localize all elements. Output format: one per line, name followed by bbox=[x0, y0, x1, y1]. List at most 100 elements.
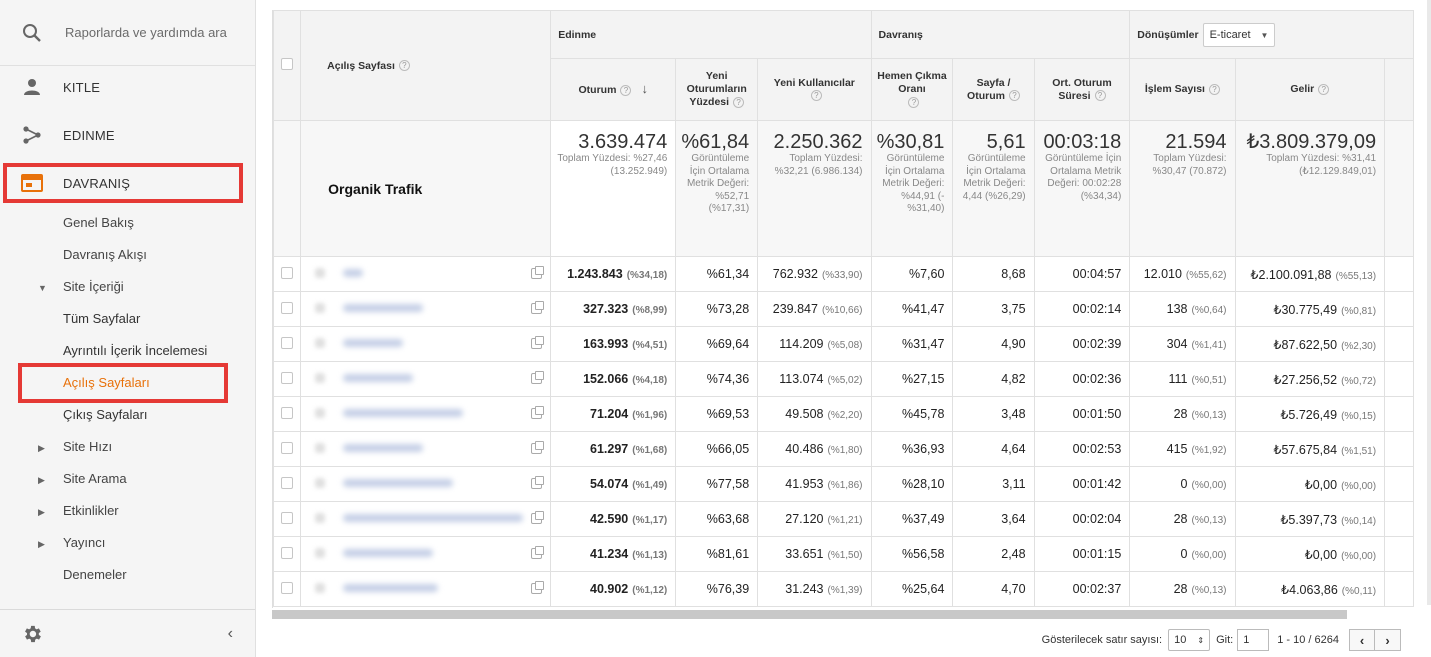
chevron-right-icon[interactable]: ▶ bbox=[38, 475, 45, 486]
prev-page-button[interactable]: ‹ bbox=[1349, 629, 1375, 651]
rows-per-page-select[interactable]: 10 ⇕ bbox=[1168, 629, 1211, 651]
external-link-icon[interactable] bbox=[531, 511, 545, 524]
new-users-cell: 114.209 (%5,08) bbox=[757, 326, 872, 362]
external-link-icon[interactable] bbox=[531, 266, 545, 279]
sidebar-sub-all-pages[interactable]: Tüm Sayfalar bbox=[63, 311, 140, 327]
page-url-redacted[interactable] bbox=[343, 584, 439, 592]
col-revenue[interactable]: Gelir? bbox=[1234, 58, 1386, 121]
landing-page-cell[interactable] bbox=[300, 256, 552, 292]
sidebar-sub-publisher[interactable]: Yayıncı bbox=[63, 535, 105, 551]
sort-desc-icon[interactable]: ↓ bbox=[641, 81, 648, 96]
chevron-right-icon[interactable]: ▶ bbox=[38, 539, 45, 550]
next-page-button[interactable]: › bbox=[1375, 629, 1401, 651]
help-icon[interactable]: ? bbox=[1208, 83, 1220, 95]
landing-page-cell[interactable] bbox=[300, 571, 552, 607]
col-pages-per-session[interactable]: Sayfa / Oturum? bbox=[952, 58, 1035, 121]
help-icon[interactable]: ? bbox=[1008, 90, 1020, 102]
page-url-redacted[interactable] bbox=[343, 444, 424, 452]
sidebar-sub-experiments[interactable]: Denemeler bbox=[63, 567, 127, 583]
external-link-icon[interactable] bbox=[531, 336, 545, 349]
sidebar-item-acquisition[interactable]: EDINME bbox=[0, 111, 255, 159]
external-link-icon[interactable] bbox=[531, 476, 545, 489]
landing-page-cell[interactable] bbox=[300, 396, 552, 432]
row-checkbox[interactable] bbox=[281, 406, 294, 419]
row-checkbox[interactable] bbox=[281, 511, 294, 524]
landing-page-cell[interactable] bbox=[300, 326, 552, 362]
horizontal-scrollbar[interactable] bbox=[272, 610, 1347, 619]
page-url-redacted[interactable] bbox=[343, 514, 524, 522]
sidebar-sub-events[interactable]: Etkinlikler bbox=[63, 503, 119, 519]
sidebar-item-audience[interactable]: KITLE bbox=[0, 63, 255, 111]
table-row[interactable]: 42.590 (%1,17) %63,68 27.120 (%1,21) %37,49 3,… bbox=[273, 501, 1414, 537]
table-row[interactable]: 1.243.843 (%34,18) %61,34 762.932 (%33,90) %7… bbox=[273, 256, 1414, 292]
gear-icon[interactable] bbox=[21, 623, 43, 645]
conversion-type-select[interactable]: E-ticaret ▼ bbox=[1202, 22, 1276, 47]
sidebar-sub-site-speed[interactable]: Site Hızı bbox=[63, 439, 112, 455]
help-icon[interactable]: ? bbox=[733, 96, 745, 108]
row-checkbox[interactable] bbox=[281, 476, 294, 489]
help-icon[interactable]: ? bbox=[398, 60, 410, 72]
select-all-checkbox[interactable] bbox=[281, 58, 294, 70]
external-link-icon[interactable] bbox=[531, 581, 545, 594]
table-row[interactable]: 327.323 (%8,99) %73,28 239.847 (%10,66) %41,4… bbox=[273, 291, 1414, 327]
pps-cell: 4,64 bbox=[952, 431, 1035, 467]
external-link-icon[interactable] bbox=[531, 301, 545, 314]
help-icon[interactable]: ? bbox=[908, 96, 920, 108]
row-checkbox[interactable] bbox=[281, 441, 294, 454]
page-url-redacted[interactable] bbox=[343, 409, 464, 417]
landing-page-cell[interactable] bbox=[300, 466, 552, 502]
landing-page-cell[interactable] bbox=[300, 361, 552, 397]
landing-page-cell[interactable] bbox=[300, 291, 552, 327]
table-row[interactable]: 54.074 (%1,49) %77,58 41.953 (%1,86) %28,10 3,… bbox=[273, 466, 1414, 502]
table-row[interactable]: 152.066 (%4,18) %74,36 113.074 (%5,02) %27,15… bbox=[273, 361, 1414, 397]
chevron-right-icon[interactable]: ▶ bbox=[38, 507, 45, 518]
col-new-users[interactable]: Yeni Kullanıcılar? bbox=[757, 58, 872, 121]
goto-input[interactable]: 1 bbox=[1237, 629, 1270, 651]
col-transactions[interactable]: İşlem Sayısı? bbox=[1129, 58, 1236, 121]
vertical-scrollbar[interactable] bbox=[1427, 0, 1431, 605]
help-icon[interactable]: ? bbox=[1094, 90, 1106, 102]
row-checkbox[interactable] bbox=[281, 546, 294, 559]
external-link-icon[interactable] bbox=[531, 371, 545, 384]
help-icon[interactable]: ? bbox=[810, 90, 822, 102]
page-url-redacted[interactable] bbox=[343, 339, 404, 347]
sidebar-sub-exit-pages[interactable]: Çıkış Sayfaları bbox=[63, 407, 148, 423]
col-bounce-rate[interactable]: Hemen Çıkma Oranı? bbox=[870, 58, 954, 121]
page-url-redacted[interactable] bbox=[343, 304, 424, 312]
chevron-right-icon[interactable]: ▶ bbox=[38, 443, 45, 454]
table-row[interactable]: 163.993 (%4,51) %69,64 114.209 (%5,08) %31,47… bbox=[273, 326, 1414, 362]
external-link-icon[interactable] bbox=[531, 406, 545, 419]
sidebar-sub-behavior-flow[interactable]: Davranış Akışı bbox=[63, 247, 147, 263]
external-link-icon[interactable] bbox=[531, 441, 545, 454]
table-row[interactable]: 41.234 (%1,13) %81,61 33.651 (%1,50) %56,58 2,… bbox=[273, 536, 1414, 572]
row-checkbox[interactable] bbox=[281, 371, 294, 384]
help-icon[interactable]: ? bbox=[1318, 83, 1330, 95]
col-avg-duration[interactable]: Ort. Oturum Süresi? bbox=[1033, 58, 1131, 121]
landing-page-cell[interactable] bbox=[300, 431, 552, 467]
sidebar-sub-overview[interactable]: Genel Bakış bbox=[63, 215, 134, 231]
row-checkbox[interactable] bbox=[281, 336, 294, 349]
page-url-redacted[interactable] bbox=[343, 549, 434, 557]
sidebar-sub-site-search[interactable]: Site Arama bbox=[63, 471, 127, 487]
table-row[interactable]: 40.902 (%1,12) %76,39 31.243 (%1,39) %25,64 4,… bbox=[273, 571, 1414, 607]
col-landing-page[interactable]: Açılış Sayfası? bbox=[300, 10, 552, 121]
row-checkbox[interactable] bbox=[281, 266, 294, 279]
page-url-redacted[interactable] bbox=[343, 374, 414, 382]
sidebar-sub-site-content[interactable]: Site İçeriği bbox=[63, 279, 124, 295]
landing-page-cell[interactable] bbox=[300, 536, 552, 572]
row-checkbox[interactable] bbox=[281, 301, 294, 314]
table-row[interactable]: 61.297 (%1,68) %66,05 40.486 (%1,80) %36,93 4,… bbox=[273, 431, 1414, 467]
sidebar-search[interactable]: Raporlarda ve yardımda ara bbox=[0, 0, 255, 66]
table-row[interactable]: 71.204 (%1,96) %69,53 49.508 (%2,20) %45,78 3,… bbox=[273, 396, 1414, 432]
col-new-sessions-pct[interactable]: Yeni Oturumların Yüzdesi? bbox=[675, 58, 759, 121]
row-checkbox[interactable] bbox=[281, 581, 294, 594]
col-sessions[interactable]: Oturum? ↓ bbox=[550, 58, 677, 121]
landing-page-cell[interactable] bbox=[300, 501, 552, 537]
page-url-redacted[interactable] bbox=[343, 479, 454, 487]
page-url-redacted[interactable] bbox=[343, 269, 364, 277]
help-icon[interactable]: ? bbox=[620, 84, 632, 96]
collapse-sidebar-icon[interactable]: ‹ bbox=[228, 625, 233, 643]
sidebar-sub-content-drilldown[interactable]: Ayrıntılı İçerik İncelemesi bbox=[63, 343, 207, 359]
external-link-icon[interactable] bbox=[531, 546, 545, 559]
chevron-down-icon[interactable]: ▼ bbox=[38, 283, 47, 293]
